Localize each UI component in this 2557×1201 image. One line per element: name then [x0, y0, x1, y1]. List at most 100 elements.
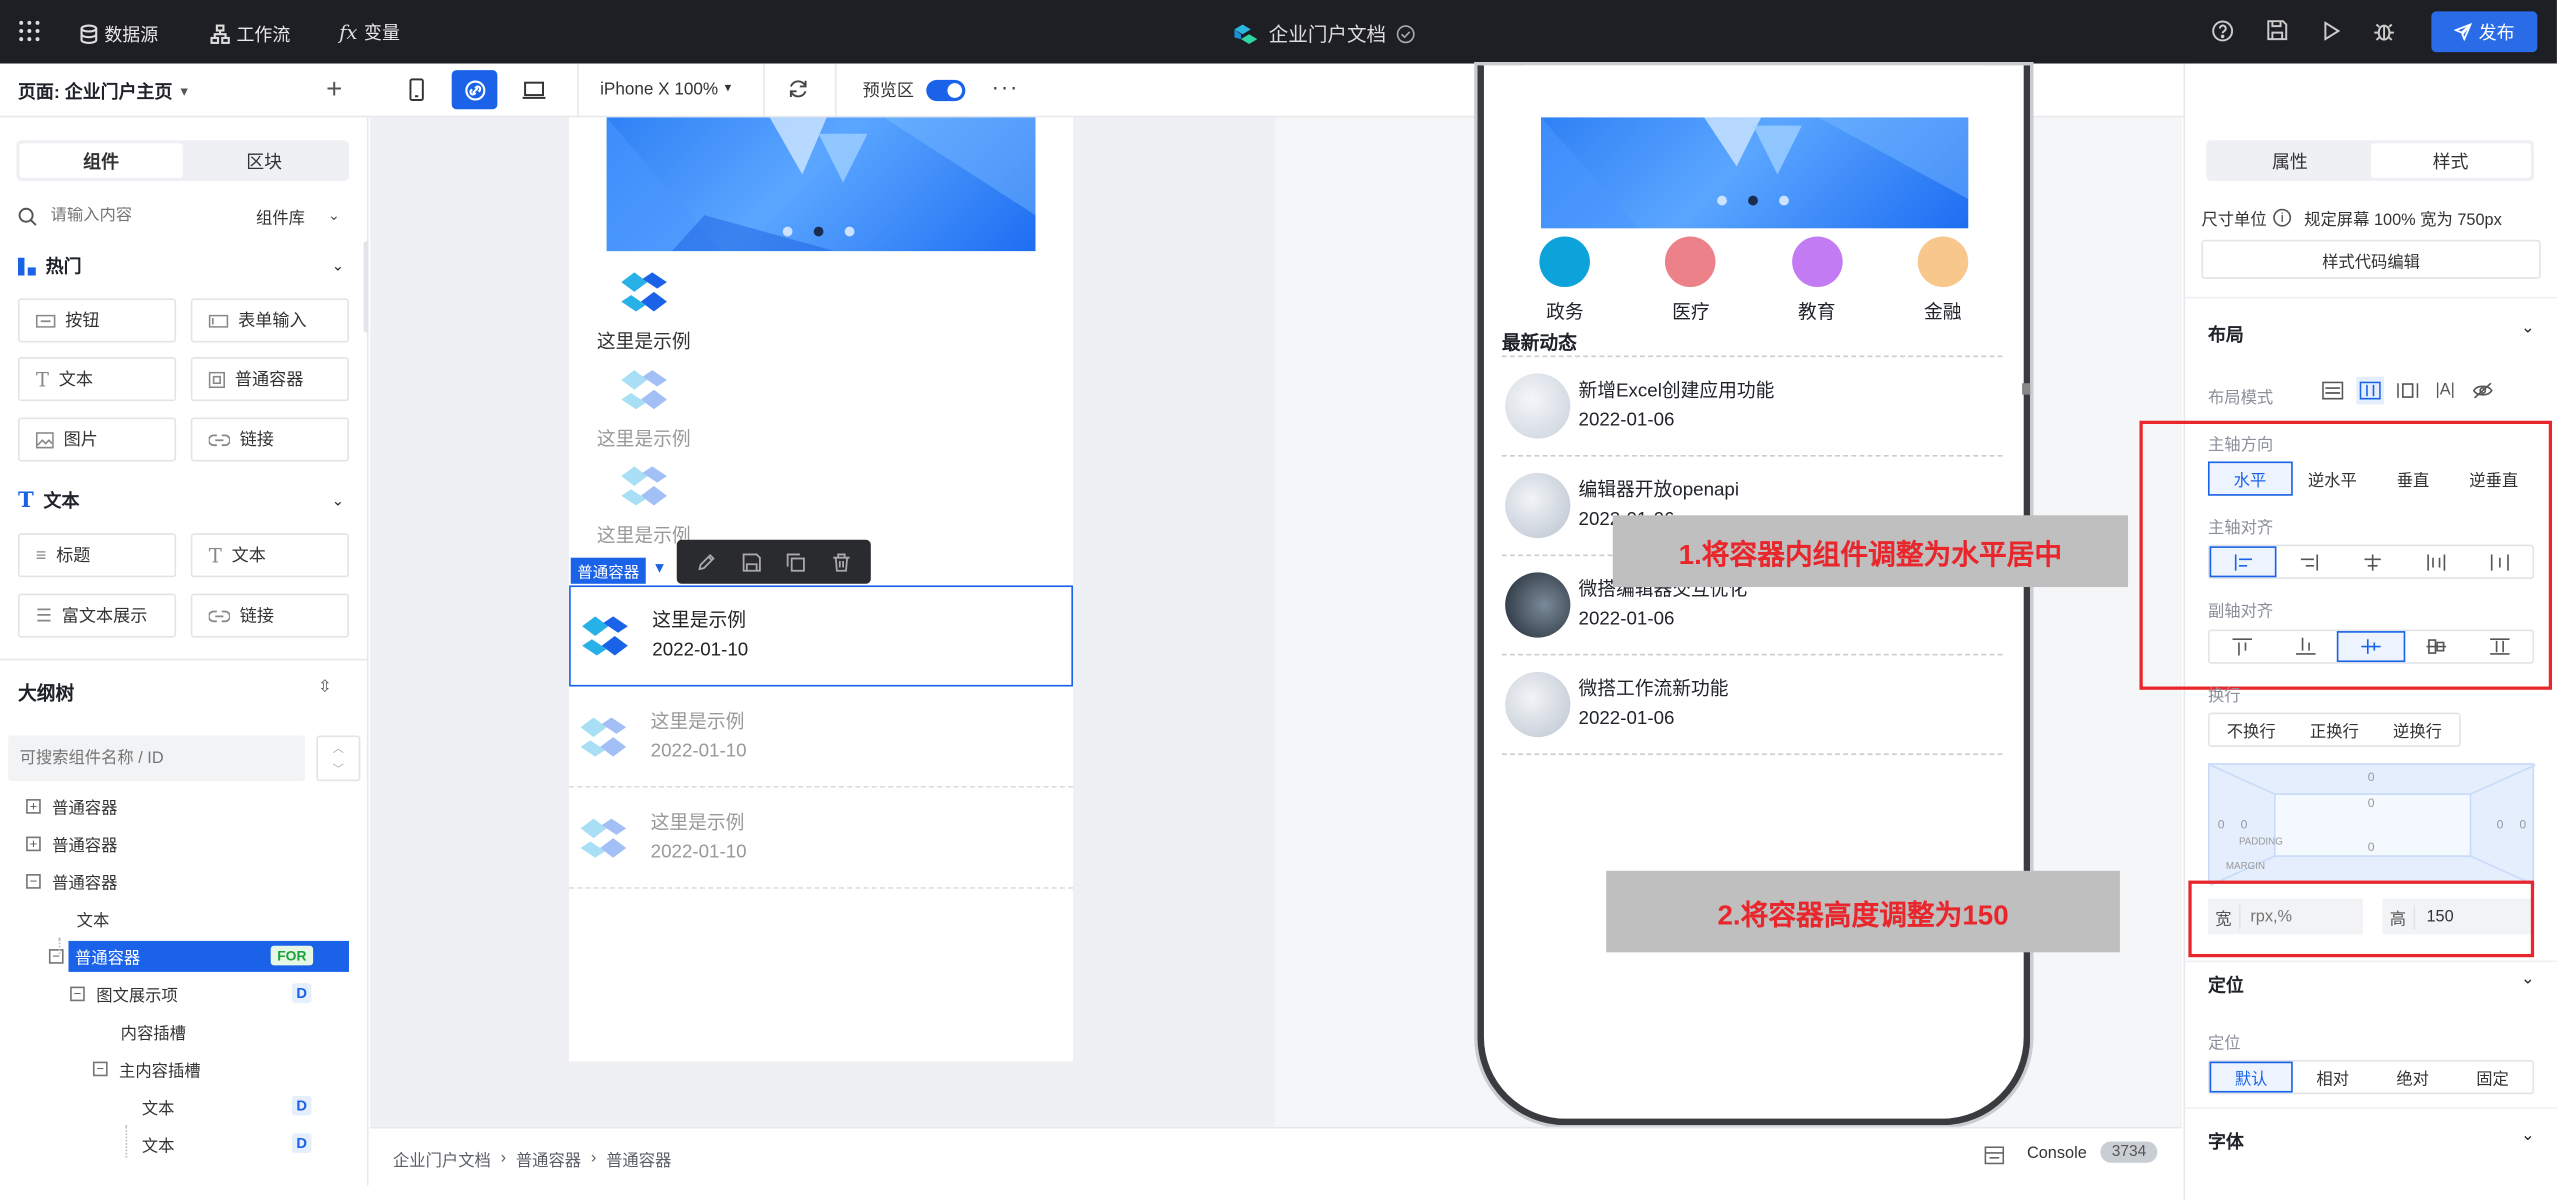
comp-richtext[interactable]: ☰ 富文本展示 [17, 593, 177, 638]
save-icon[interactable] [741, 552, 761, 572]
component-search-input[interactable] [50, 207, 230, 226]
tree-node[interactable]: 文本 [0, 900, 369, 938]
mobile-view-button[interactable] [393, 70, 439, 109]
position-relative-option[interactable]: 相对 [2293, 1062, 2373, 1093]
tab-properties[interactable]: 属性 [2210, 144, 2371, 178]
position-absolute-option[interactable]: 绝对 [2373, 1062, 2453, 1093]
category-item[interactable]: 教育 [1791, 236, 1843, 324]
category-item[interactable]: 政务 [1539, 236, 1591, 324]
chevron-down-icon[interactable]: ⌄ [2521, 320, 2535, 338]
list-item-selected[interactable]: 这里是示例 2022-01-10 [569, 585, 1074, 687]
tree-node[interactable]: 文本 D [0, 1125, 369, 1163]
tree-node[interactable]: − 主内容插槽 [0, 1050, 369, 1088]
copy-icon[interactable] [787, 552, 807, 572]
comp-image[interactable]: 图片 [17, 417, 177, 462]
padding-top-value[interactable]: 0 [2368, 796, 2375, 811]
outline-search-input[interactable] [8, 735, 305, 782]
padding-bottom-value[interactable]: 0 [2368, 840, 2375, 855]
collapse-icon[interactable]: − [26, 874, 41, 889]
left-scrollbar[interactable] [363, 241, 369, 333]
wrap-reverse-option[interactable]: 逆换行 [2376, 714, 2459, 745]
tab-components[interactable]: 组件 [19, 143, 183, 178]
layout-flex-icon[interactable] [2356, 376, 2385, 405]
tab-blocks[interactable]: 区块 [183, 144, 346, 178]
device-zoom-select[interactable]: iPhone X 100% ▾ [600, 80, 731, 100]
position-default-option[interactable]: 默认 [2209, 1061, 2293, 1093]
list-item[interactable]: 这里是示例 2022-01-10 [569, 788, 1074, 889]
tree-node[interactable]: 内容插槽 [0, 1013, 369, 1051]
wrap-none-option[interactable]: 不换行 [2210, 714, 2293, 745]
chevron-down-icon[interactable]: ⌄ [2521, 970, 2535, 988]
help-icon[interactable] [2211, 20, 2234, 43]
layout-text-icon[interactable]: |A| [2431, 377, 2459, 405]
breadcrumb-item[interactable]: 普通容器 [516, 1146, 581, 1171]
layout-section-title[interactable]: 布局 [2208, 321, 2244, 347]
comp-heading[interactable]: ≡ 标题 [17, 533, 177, 578]
tab-style[interactable]: 样式 [2370, 143, 2531, 178]
caret-down-icon[interactable]: ▼ [652, 559, 667, 575]
comp-text-2[interactable]: T 文本 [190, 533, 349, 578]
margin-top-value[interactable]: 0 [2368, 770, 2375, 785]
info-icon[interactable]: i [2273, 208, 2292, 227]
layout-inline-icon[interactable] [2394, 377, 2422, 405]
comp-button[interactable]: 按钮 [17, 298, 177, 343]
console-panel-icon[interactable] [1984, 1146, 2005, 1165]
more-icon[interactable]: ··· [991, 73, 1019, 99]
collapse-expand-icon[interactable]: ⇳ [318, 678, 332, 696]
add-page-icon[interactable]: + [326, 73, 342, 106]
breadcrumb-item[interactable]: 普通容器 [606, 1146, 671, 1171]
nav-workflow[interactable]: 工作流 [210, 21, 290, 47]
collapse-icon[interactable]: − [70, 987, 85, 1002]
tree-node[interactable]: − 普通容器 [0, 863, 369, 901]
carousel-dots[interactable] [1717, 195, 1789, 206]
outline-stepper[interactable]: ︿ ﹀ [316, 735, 361, 782]
selected-component-tag[interactable]: 普通容器 [570, 557, 646, 584]
apps-grid-icon[interactable] [18, 20, 41, 43]
section-hot[interactable]: 热门 ⌄ [17, 253, 351, 279]
nav-datasource[interactable]: 数据源 [80, 21, 158, 47]
tree-node-selected[interactable]: − 普通容器 FOR [0, 938, 369, 976]
section-text[interactable]: T 文本 ⌄ [18, 488, 351, 514]
nav-variables[interactable]: fx 变量 [339, 20, 400, 46]
tree-node[interactable]: + 普通容器 [0, 825, 369, 863]
expand-icon[interactable]: + [26, 836, 41, 852]
style-code-edit-button[interactable]: 样式代码编辑 [2201, 239, 2541, 279]
comp-link-2[interactable]: 链接 [190, 593, 349, 638]
category-item[interactable]: 金融 [1917, 236, 1969, 324]
breadcrumb-item[interactable]: 企业门户文档 [393, 1146, 491, 1171]
tree-node[interactable]: 文本 D [0, 1088, 369, 1126]
tree-node[interactable]: + 普通容器 [0, 788, 369, 826]
debug-bug-icon[interactable] [2373, 20, 2396, 43]
collapse-icon[interactable]: − [92, 1061, 108, 1077]
delete-trash-icon[interactable] [832, 552, 852, 572]
library-select[interactable]: 组件库 [256, 204, 305, 228]
padding-left-value[interactable]: 0 [2241, 817, 2248, 832]
carousel-dots[interactable] [782, 226, 855, 237]
news-item[interactable]: 新增Excel创建应用功能 2022-01-06 [1501, 357, 2003, 457]
tree-node[interactable]: − 图文展示项 D [0, 975, 369, 1013]
layout-block-icon[interactable] [2319, 377, 2347, 405]
margin-left-value[interactable]: 0 [2218, 817, 2225, 832]
comp-link[interactable]: 链接 [190, 417, 349, 462]
responsive-view-button[interactable] [451, 70, 498, 110]
play-icon[interactable] [2322, 21, 2341, 41]
margin-right-value[interactable]: 0 [2519, 817, 2526, 832]
edit-pencil-icon[interactable] [696, 552, 716, 572]
refresh-icon[interactable] [788, 78, 809, 99]
desktop-view-button[interactable] [510, 70, 556, 109]
comp-container[interactable]: 普通容器 [190, 357, 349, 402]
comp-form-input[interactable]: 表单输入 [190, 298, 349, 343]
category-item[interactable]: 医疗 [1665, 236, 1717, 324]
position-section-title[interactable]: 定位 [2208, 972, 2244, 998]
wrap-forward-option[interactable]: 正换行 [2293, 714, 2376, 745]
list-item[interactable]: 这里是示例 2022-01-10 [569, 687, 1074, 788]
news-item[interactable]: 微搭工作流新功能 2022-01-06 [1501, 656, 2003, 756]
console-label[interactable]: Console [2027, 1145, 2087, 1163]
collapse-icon[interactable]: − [48, 949, 64, 964]
position-fixed-option[interactable]: 固定 [2453, 1062, 2533, 1093]
layout-hidden-eye-icon[interactable] [2469, 377, 2497, 405]
preview-toggle[interactable] [925, 79, 965, 102]
font-section-title[interactable]: 字体 [2208, 1128, 2244, 1154]
publish-button[interactable]: 发布 [2431, 11, 2538, 53]
padding-right-value[interactable]: 0 [2497, 817, 2504, 832]
